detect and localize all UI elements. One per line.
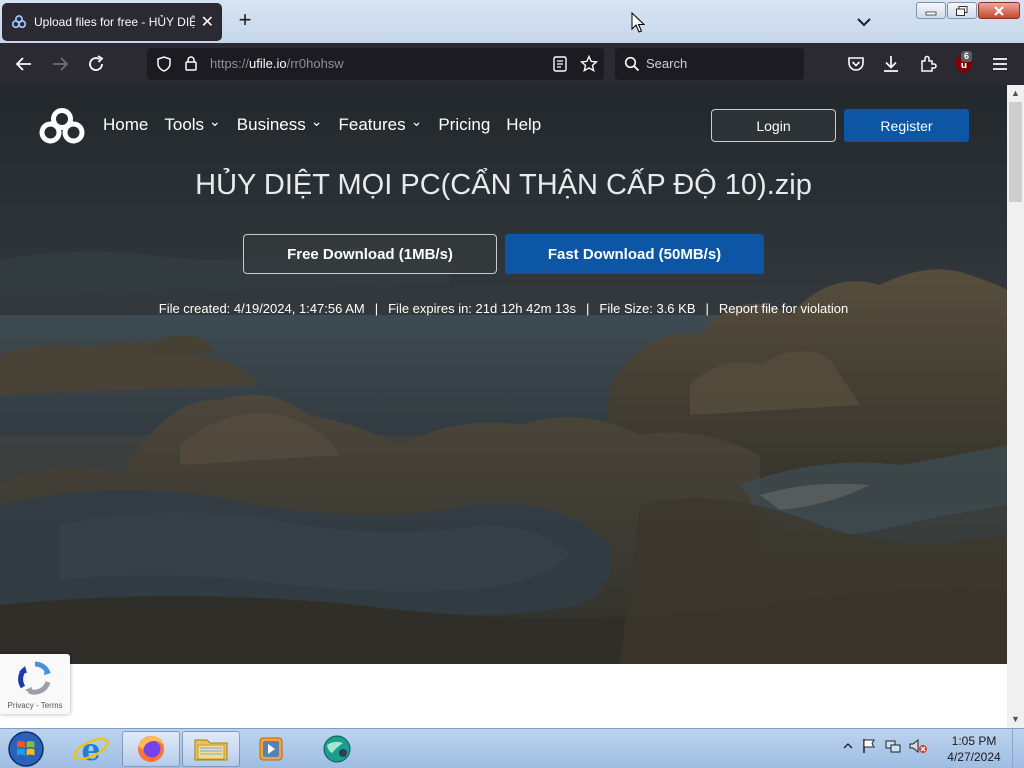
system-tray	[842, 737, 928, 755]
app-globe-icon	[323, 735, 351, 763]
browser-toolbar: https://ufile.io/rr0hohsw Search u 6	[0, 43, 1024, 85]
reload-icon[interactable]	[85, 53, 107, 75]
nav-item-label: Features	[338, 115, 406, 134]
url-text[interactable]: https://ufile.io/rr0hohsw	[210, 56, 344, 71]
file-size: File Size: 3.6 KB	[599, 301, 696, 316]
search-icon	[624, 56, 640, 72]
nav-item-help[interactable]: Help	[506, 115, 541, 135]
network-icon[interactable]	[884, 737, 902, 755]
volume-muted-icon[interactable]	[908, 737, 928, 755]
address-bar[interactable]: https://ufile.io/rr0hohsw	[147, 48, 604, 80]
scroll-up-arrow-icon[interactable]: ▲	[1007, 85, 1024, 102]
taskbar-firefox[interactable]	[122, 731, 180, 767]
chevron-down-icon: ⌄	[209, 112, 221, 129]
free-download-button[interactable]: Free Download (1MB/s)	[243, 234, 497, 274]
extensions-icon[interactable]	[917, 53, 939, 75]
file-info-line: File created: 4/19/2024, 1:47:56 AM | File…	[0, 301, 1007, 316]
scroll-down-arrow-icon[interactable]: ▼	[1007, 711, 1024, 728]
window-controls	[916, 2, 1020, 19]
minimize-icon	[925, 11, 937, 15]
search-bar[interactable]: Search	[615, 48, 804, 80]
show-desktop-button[interactable]	[1012, 729, 1024, 768]
recaptcha-icon	[18, 661, 51, 695]
reader-view-icon[interactable]	[553, 56, 567, 72]
close-window-button[interactable]	[978, 2, 1020, 19]
url-host: ufile.io	[249, 56, 287, 71]
clock-time: 1:05 PM	[951, 734, 997, 748]
nav-item-label: Business	[236, 115, 306, 134]
app-menu-icon[interactable]	[989, 53, 1011, 75]
nav-item-business[interactable]: Business ⌄	[236, 112, 323, 135]
main-menu: Home Tools ⌄ Business ⌄ Features ⌄ Pricing Help	[103, 112, 557, 135]
recaptcha-badge[interactable]: Privacy - Terms	[0, 654, 70, 714]
nav-item-label: Pricing	[438, 115, 491, 134]
minimize-button[interactable]	[916, 2, 946, 19]
url-scheme: https://	[210, 56, 250, 71]
taskbar-clock[interactable]: 1:05 PM 4/27/2024	[940, 733, 1008, 765]
extension-count-badge: 6	[961, 51, 973, 62]
nav-item-home[interactable]: Home	[103, 115, 148, 135]
login-button[interactable]: Login	[711, 109, 836, 142]
register-button[interactable]: Register	[844, 109, 969, 142]
file-expires: File expires in: 21d 12h 42m 13s	[388, 301, 576, 316]
close-window-icon	[994, 5, 1004, 16]
hero-section: Home Tools ⌄ Business ⌄ Features ⌄ Pricing Help …	[0, 85, 1007, 664]
recaptcha-privacy-terms[interactable]: Privacy - Terms	[0, 701, 70, 710]
restore-icon	[956, 5, 968, 16]
report-file-link[interactable]: Report file for violation	[719, 301, 848, 316]
taskbar-app[interactable]	[306, 731, 364, 767]
new-tab-icon[interactable]: +	[234, 9, 256, 33]
bookmark-star-icon[interactable]	[580, 55, 598, 73]
scroll-thumb[interactable]	[1009, 102, 1022, 202]
media-player-icon	[259, 737, 283, 761]
tab-title: Upload files for free - HỦY DIỆT MỌI PC(…	[34, 15, 195, 29]
firefox-icon	[138, 736, 164, 762]
back-arrow-icon[interactable]	[13, 53, 35, 75]
url-path: /rr0hohsw	[286, 56, 344, 71]
separator: |	[705, 301, 709, 316]
restore-button[interactable]	[947, 2, 977, 19]
windows-start-icon[interactable]	[4, 730, 48, 768]
ufile-favicon-icon	[12, 15, 26, 29]
nav-item-label: Tools	[164, 115, 205, 134]
separator: |	[586, 301, 590, 316]
svg-text:u: u	[961, 61, 967, 71]
file-created: File created: 4/19/2024, 1:47:56 AM	[158, 301, 365, 316]
folder-icon	[194, 739, 228, 761]
taskbar-internet-explorer[interactable]: e	[62, 731, 120, 768]
tracking-shield-icon[interactable]	[156, 56, 172, 72]
clock-date: 4/27/2024	[947, 750, 1001, 764]
internet-explorer-icon: e	[73, 733, 109, 768]
mouse-cursor-icon	[631, 12, 645, 33]
fast-download-button[interactable]: Fast Download (50MB/s)	[505, 234, 764, 274]
tab-close-icon[interactable]: ✕	[201, 12, 214, 32]
page-scrollbar[interactable]: ▲ ▼	[1007, 85, 1024, 728]
nav-item-pricing[interactable]: Pricing	[438, 115, 490, 135]
taskbar-media-player[interactable]	[242, 731, 300, 767]
nav-item-tools[interactable]: Tools ⌄	[164, 112, 221, 135]
nav-item-features[interactable]: Features ⌄	[338, 112, 423, 135]
page-viewport: Home Tools ⌄ Business ⌄ Features ⌄ Pricing Help …	[0, 85, 1007, 728]
site-header: Home Tools ⌄ Business ⌄ Features ⌄ Pricing Help …	[0, 85, 1007, 165]
separator: |	[374, 301, 379, 316]
windows-taskbar: e 1:05 PM 4/27/2024	[0, 728, 1024, 768]
tab-active[interactable]: Upload files for free - HỦY DIỆT MỌI PC(…	[2, 3, 222, 41]
lock-icon[interactable]	[184, 55, 198, 72]
forward-arrow-icon[interactable]	[49, 53, 71, 75]
nav-item-label: Help	[506, 115, 542, 134]
chevron-down-icon: ⌄	[410, 112, 423, 129]
ufile-logo-icon[interactable]	[38, 107, 86, 145]
show-hidden-icons-icon[interactable]	[842, 740, 854, 752]
action-center-flag-icon[interactable]	[860, 737, 878, 755]
downloads-icon[interactable]	[880, 53, 902, 75]
taskbar-file-explorer[interactable]	[182, 731, 240, 767]
chevron-down-icon: ⌄	[310, 112, 323, 129]
pocket-icon[interactable]	[845, 53, 867, 75]
svg-text:e: e	[81, 733, 100, 767]
list-all-tabs-icon[interactable]	[852, 11, 876, 33]
tab-strip: Upload files for free - HỦY DIỆT MỌI PC(…	[0, 0, 1024, 43]
file-name-title: HỦY DIỆT MỌI PC(CẨN THẬN CẤP ĐỘ 10).zip	[195, 169, 812, 201]
search-placeholder: Search	[646, 56, 688, 71]
nav-item-label: Home	[103, 115, 149, 134]
